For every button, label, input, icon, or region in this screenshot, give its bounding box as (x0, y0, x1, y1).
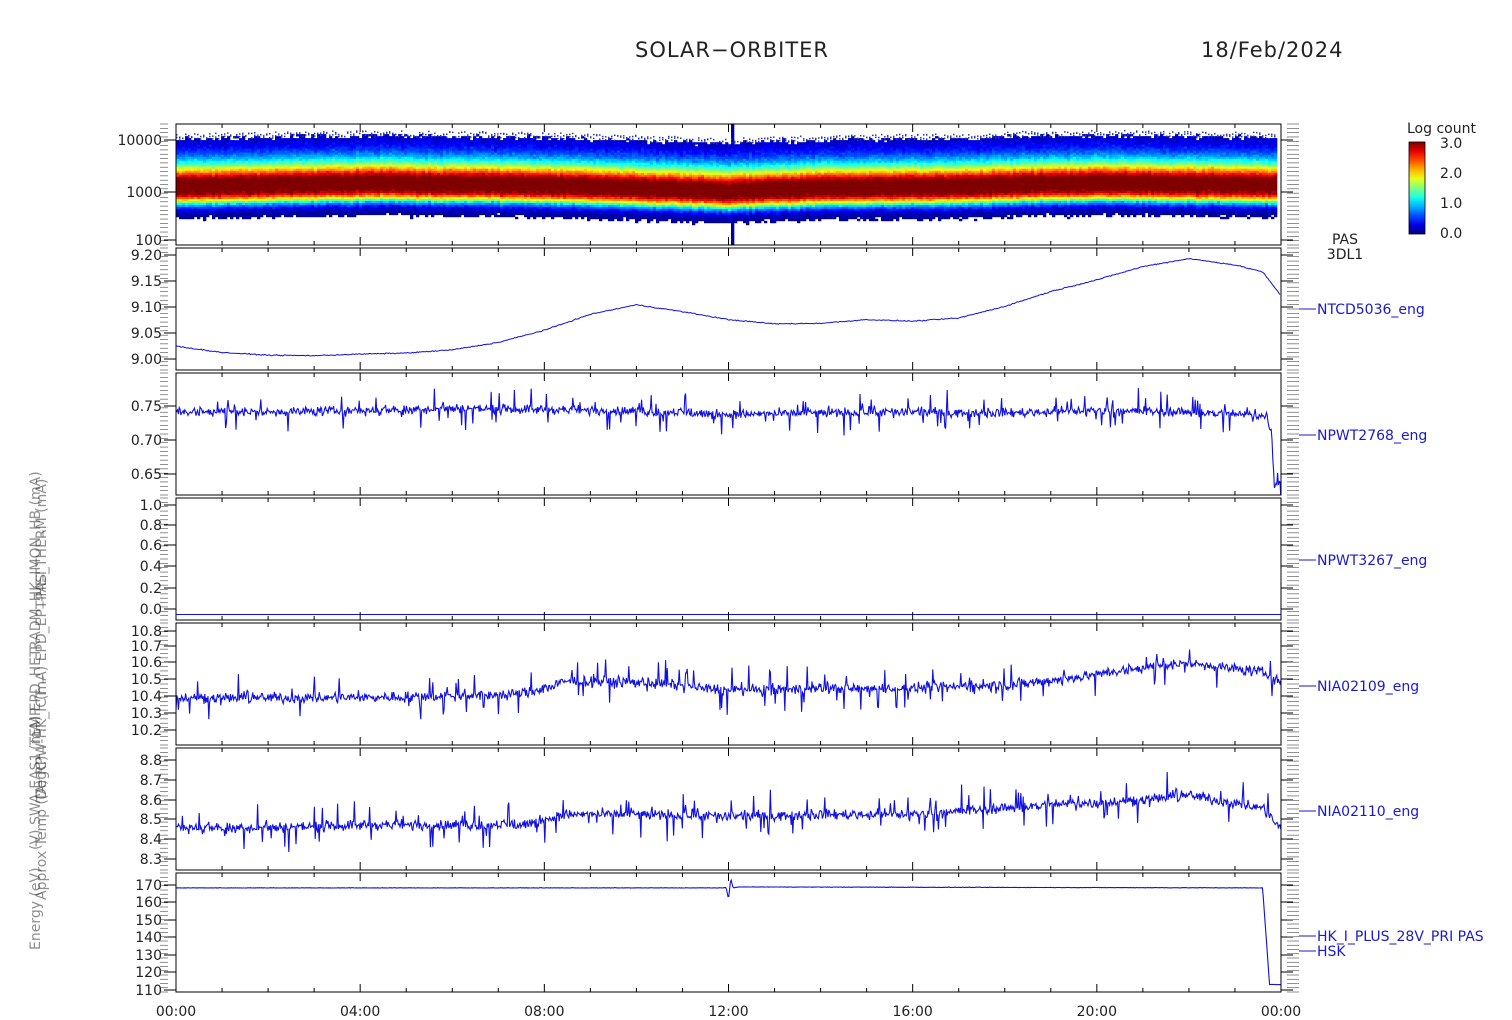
panel-3: 0.75 0.70 0.65 NPWT2768_eng (131, 372, 1427, 496)
stacked-time-series-plot: 10000 1000 100 PAS3DL1 9.20 9.15 9.10 9.05 9.00 N… (117, 121, 1484, 1020)
x-tick-label: 20:00 (1077, 1004, 1117, 1020)
colorbar: Log count3.0 2.0 1.0 0.0 (1407, 121, 1476, 242)
parameter-label: NPWT3267_eng (1317, 553, 1427, 569)
series-line-3 (176, 388, 1281, 495)
colorbar-tick-label: 3.0 (1440, 136, 1462, 152)
y-tick-label: 8.5 (140, 812, 162, 828)
x-tick-label: 04:00 (340, 1004, 380, 1020)
parameter-label: NIA02109_eng (1317, 679, 1419, 695)
y-tick-label: 0.8 (140, 518, 162, 534)
y-tick-label: 9.20 (131, 248, 162, 264)
energy-spectrogram (176, 124, 1278, 245)
parameter-label: NPWT2768_eng (1317, 428, 1427, 444)
y-tick-label: 8.4 (140, 832, 162, 848)
parameter-label: HK_I_PLUS_28V_PRI PAS (1317, 929, 1484, 945)
parameter-label: NIA02110_eng (1317, 804, 1419, 820)
y-tick-label: 8.7 (140, 773, 162, 789)
y-tick-label: 8.6 (140, 793, 162, 809)
y-tick-label: 140 (135, 930, 162, 946)
series-line-2 (176, 258, 1281, 357)
y-tick-label: 0.65 (131, 467, 162, 483)
colorbar-title: Log count (1407, 121, 1476, 137)
series-line-5 (176, 649, 1281, 720)
x-tick-label: 16:00 (892, 1004, 932, 1020)
y-tick-label: 1.0 (140, 498, 162, 514)
instrument-label: 3DL1 (1327, 247, 1363, 263)
panel-1: 10000 1000 100 PAS3DL1 (117, 123, 1363, 263)
panel-7: 170160 150140 130120 110 HK_I_PLUS_28V_PRI P… (135, 872, 1484, 999)
y-tick-label: 10.6 (131, 655, 162, 671)
y-tick-label: 110 (135, 983, 162, 999)
instrument-label: PAS (1332, 232, 1358, 248)
y-tick-label: 10000 (117, 133, 162, 149)
colorbar-tick-label: 2.0 (1440, 166, 1462, 182)
y-tick-label: 9.00 (131, 352, 162, 368)
y-tick-label: 170 (135, 878, 162, 894)
y-tick-label: 9.15 (131, 274, 162, 290)
y-tick-label: 0.70 (131, 433, 162, 449)
panel-6: 8.8 8.7 8.6 8.5 8.4 8.3 NIA02110_eng (140, 747, 1419, 871)
y-tick-label: 10.5 (131, 672, 162, 688)
series-line-7 (176, 878, 1281, 986)
y-tick-label: 130 (135, 948, 162, 964)
y-tick-label: 10.4 (131, 689, 162, 705)
y-tick-label: 0.6 (140, 538, 162, 554)
y-tick-label: 120 (135, 965, 162, 981)
y-tick-label: 1000 (126, 185, 162, 201)
x-tick-label: 00:00 (1261, 1004, 1301, 1020)
panel-2: 9.20 9.15 9.10 9.05 9.00 NTCD5036_eng (131, 247, 1425, 371)
series-line-6 (176, 771, 1281, 853)
y-tick-label: 0.0 (140, 602, 162, 618)
y-tick-label: 10.3 (131, 706, 162, 722)
y-tick-label: 10.7 (131, 639, 162, 655)
parameter-label: HSK (1317, 944, 1346, 960)
y-tick-label: 8.8 (140, 753, 162, 769)
y-tick-label: 10.2 (131, 723, 162, 739)
parameter-label: NTCD5036_eng (1317, 302, 1425, 318)
y-tick-label: 8.3 (140, 852, 162, 868)
y-tick-label: 0.75 (131, 399, 162, 415)
y-tick-label: 100 (135, 233, 162, 249)
y-tick-label: 160 (135, 895, 162, 911)
x-tick-label: 12:00 (708, 1004, 748, 1020)
x-tick-label: 08:00 (524, 1004, 564, 1020)
y-tick-label: 10.8 (131, 624, 162, 640)
panel-4: 1.0 0.8 0.6 0.4 0.2 0.0 NPWT3267_eng (140, 497, 1427, 621)
colorbar-tick-label: 1.0 (1440, 196, 1462, 212)
panel-5: 10.810.710.610.510.410.310.2 NIA02109_eng (131, 622, 1419, 746)
colorbar-tick-label: 0.0 (1440, 226, 1462, 242)
y-tick-label: 9.05 (131, 326, 162, 342)
y-tick-label: 150 (135, 913, 162, 929)
y-tick-label: 0.4 (140, 559, 162, 575)
x-tick-label: 00:00 (156, 1004, 196, 1020)
y-tick-label: 9.10 (131, 300, 162, 316)
y-axis-label: PAS_THERM (mA) (34, 478, 50, 600)
y-tick-label: 0.2 (140, 581, 162, 597)
